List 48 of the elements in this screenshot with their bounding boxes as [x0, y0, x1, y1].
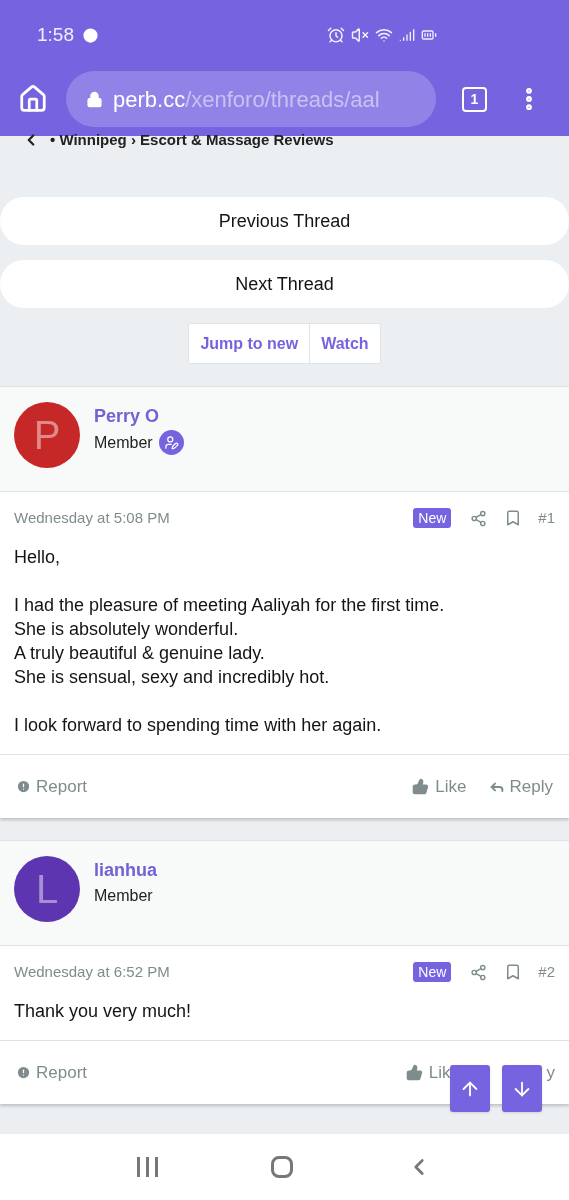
thread-action-button[interactable]: Jump to new [189, 324, 310, 363]
author-name[interactable]: Perry O [94, 403, 184, 429]
recent-apps-icon[interactable] [136, 1157, 158, 1177]
alert-icon [16, 779, 31, 794]
scroll-down-button[interactable] [502, 1065, 542, 1112]
report-button[interactable]: Report [16, 1059, 88, 1086]
report-button[interactable]: Report [16, 773, 88, 800]
breadcrumb-link[interactable]: • Winnipeg › Escort & Massage Reviews [50, 128, 334, 152]
user-role: Member [94, 432, 153, 453]
thread-action-button[interactable]: Watch [309, 324, 380, 363]
post-text: Hello, [14, 546, 62, 569]
signal-icon [399, 27, 415, 43]
scroll-up-button[interactable] [450, 1065, 490, 1112]
home-nav-icon[interactable] [271, 1156, 293, 1178]
post-date[interactable]: Wednesday at 5:08 PM [14, 506, 414, 530]
post-text: I look forward to spending time with her again. [14, 714, 383, 737]
reply-button[interactable]: y [546, 1059, 555, 1086]
battery-icon [421, 27, 437, 43]
avatar[interactable]: L [14, 856, 80, 922]
like-button[interactable]: Lik [405, 1059, 451, 1086]
wifi-icon [375, 26, 393, 44]
new-badge: New [413, 962, 452, 982]
lock-icon [86, 90, 103, 108]
home-icon[interactable] [18, 84, 48, 114]
thread-nav-button[interactable]: Previous Thread [0, 197, 569, 245]
post-date[interactable]: Wednesday at 6:52 PM [14, 960, 414, 984]
user-role: Member [94, 886, 153, 906]
alert-icon [16, 1065, 31, 1080]
post-text: I had the pleasure of meeting Aaliyah for the first time. She is absolutely wonderful. A truly beautiful & genuine lady. She is sensual, sexy and incredibly hot. [14, 594, 446, 689]
author-name[interactable]: lianhua [94, 857, 157, 883]
tab-count-button[interactable]: 1 [462, 86, 487, 112]
post-number[interactable]: #1 [538, 506, 555, 530]
url-text: perb.cc/xenforo/threads/aal [113, 85, 380, 114]
thumbs-up-icon [412, 778, 430, 795]
status-time: 1:58 [37, 22, 74, 47]
thumbs-up-icon [405, 1064, 423, 1081]
post-text: Thank you very much! [14, 1000, 193, 1023]
like-button[interactable]: Like [412, 773, 467, 800]
post-number[interactable]: #2 [538, 960, 555, 984]
reply-button[interactable]: Reply [488, 773, 553, 800]
new-badge: New [413, 508, 452, 528]
address-bar[interactable]: perb.cc/xenforo/threads/aal [66, 71, 436, 127]
thread-nav-button[interactable]: Next Thread [0, 260, 569, 308]
alarm-icon [327, 26, 345, 44]
avatar[interactable]: P [14, 402, 80, 468]
mute-icon [351, 26, 369, 44]
share-icon[interactable] [470, 963, 488, 981]
share-icon[interactable] [470, 509, 488, 527]
